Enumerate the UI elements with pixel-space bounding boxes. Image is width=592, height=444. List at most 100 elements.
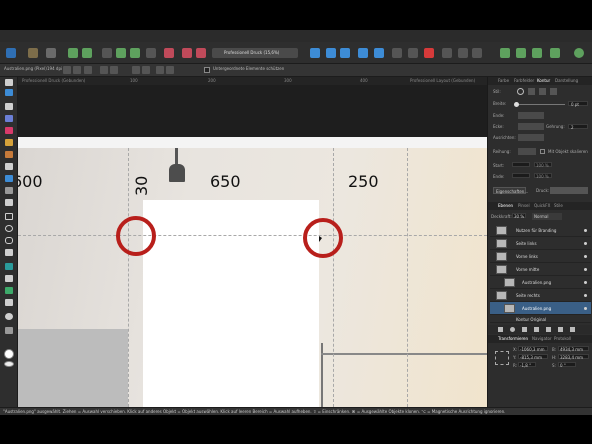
fx-icon[interactable] <box>534 327 539 332</box>
rounded-rect-tool-icon[interactable] <box>5 237 13 244</box>
transparency-tool-icon[interactable] <box>5 187 13 194</box>
fill-tool-icon[interactable] <box>5 127 13 134</box>
boolean-icon[interactable] <box>442 48 452 58</box>
stroke-color-swatch[interactable] <box>4 361 14 367</box>
tab-navigator[interactable]: Navigator <box>532 336 552 341</box>
node-tool-icon[interactable] <box>5 103 13 110</box>
clip-red-icon[interactable] <box>182 48 192 58</box>
align-left-icon[interactable] <box>310 48 320 58</box>
distribute-ctx-button[interactable] <box>110 66 118 74</box>
brush-tool-icon[interactable] <box>5 163 13 170</box>
tab-label[interactable]: Professionell Layout (Gebunden) <box>410 78 475 83</box>
width-slider-knob[interactable] <box>514 102 519 107</box>
gradient-tool-icon[interactable] <box>5 175 13 182</box>
share-icon[interactable] <box>516 48 526 58</box>
align-ctx-button[interactable] <box>100 66 108 74</box>
persona-layout-icon[interactable] <box>28 48 38 58</box>
picture-frame-tool-icon[interactable] <box>5 299 13 306</box>
rectangle-tool-icon[interactable] <box>5 213 13 220</box>
studio-icon[interactable] <box>532 48 542 58</box>
width-field[interactable]: 0 pt <box>568 101 588 107</box>
distribute-icon[interactable] <box>374 48 384 58</box>
document-canvas[interactable]: 600 650 250 30 <box>18 148 487 407</box>
frame-text-tool-icon[interactable] <box>5 263 13 270</box>
artistic-text-tool-icon[interactable] <box>5 275 13 282</box>
start-scale-field[interactable]: 100 % <box>534 162 552 168</box>
tab-swatches[interactable]: Farbfelder <box>514 78 534 83</box>
x-field[interactable]: -1060,3 mm <box>518 346 548 352</box>
w-field[interactable]: 4934,3 mm <box>558 346 589 352</box>
grid-icon[interactable] <box>102 48 112 58</box>
visibility-dot[interactable] <box>584 281 587 284</box>
layer-row[interactable]: Australien.png <box>490 276 591 289</box>
visibility-dot[interactable] <box>584 255 587 258</box>
pencil-tool-icon[interactable] <box>5 151 13 158</box>
rotate-right-button[interactable] <box>142 66 150 74</box>
tab-layers[interactable]: Ebenen <box>498 203 513 208</box>
mask-red-icon[interactable] <box>196 48 206 58</box>
place-tool-icon[interactable] <box>5 115 13 122</box>
app-logo-icon[interactable] <box>6 48 16 58</box>
style-none-button[interactable] <box>517 88 524 95</box>
tab-label[interactable]: Professionell Druck (Gebunden) <box>22 78 85 83</box>
transform-icon[interactable] <box>358 48 368 58</box>
width-slider[interactable] <box>515 104 565 105</box>
white-page-frame[interactable] <box>143 200 319 407</box>
add-mask-icon[interactable] <box>510 327 515 332</box>
tab-styles[interactable]: Stile <box>554 203 563 208</box>
persona-designer-icon[interactable] <box>46 48 56 58</box>
group-icon[interactable] <box>546 327 551 332</box>
tab-appearance[interactable]: Darstellung <box>555 78 578 83</box>
end-scale-field[interactable]: 100 % <box>534 173 552 179</box>
crop-button[interactable] <box>84 66 92 74</box>
snapping-icon[interactable] <box>82 48 92 58</box>
layer-row[interactable]: Nutzen für Branding <box>490 224 591 237</box>
miter-field[interactable]: 2 <box>568 124 588 130</box>
flip-h-button[interactable] <box>156 66 164 74</box>
anchor-grid-icon[interactable] <box>495 351 509 365</box>
layer-row-selected[interactable]: Australien.png <box>490 302 591 315</box>
align-center-icon[interactable] <box>326 48 336 58</box>
boolean3-icon[interactable] <box>472 48 482 58</box>
add-layer-icon[interactable] <box>558 327 563 332</box>
shear-field[interactable]: 0 ° <box>558 362 576 368</box>
zoom-dropdown[interactable]: Professionell Druck (15,6%) <box>212 48 298 58</box>
protect-children-checkbox[interactable] <box>204 67 210 73</box>
layer-row[interactable]: Vorne mitte <box>490 263 591 276</box>
visibility-dot[interactable] <box>584 229 587 232</box>
triangle-tool-icon[interactable] <box>5 249 13 256</box>
boolean2-icon[interactable] <box>458 48 468 58</box>
color-picker-icon[interactable] <box>424 48 434 58</box>
zoom-tool-icon[interactable] <box>5 313 13 320</box>
baseline-icon[interactable] <box>116 48 126 58</box>
settings-gear-icon[interactable] <box>68 48 78 58</box>
style-solid-button[interactable] <box>528 88 535 95</box>
style-brush-button[interactable] <box>550 88 557 95</box>
tab-color[interactable]: Farbe <box>498 78 509 83</box>
export-icon[interactable] <box>550 48 560 58</box>
align-buttons[interactable] <box>518 134 544 141</box>
visibility-dot[interactable] <box>584 268 587 271</box>
tab-stroke[interactable]: Kontur <box>537 78 550 83</box>
h-field[interactable]: 3283,4 mm <box>558 354 589 360</box>
layer-row[interactable]: Seite links <box>490 237 591 250</box>
end-arrow-field[interactable] <box>512 173 530 178</box>
crop-tool-icon[interactable] <box>5 199 13 206</box>
join-buttons[interactable] <box>518 123 544 130</box>
flip-icon[interactable] <box>408 48 418 58</box>
pressure-graph[interactable] <box>550 187 588 194</box>
y-field[interactable]: -815,3 mm <box>518 354 548 360</box>
flip-v-button[interactable] <box>166 66 174 74</box>
style-dash-button[interactable] <box>539 88 546 95</box>
rotation-field[interactable]: -1,8 ° <box>518 362 536 368</box>
margin-icon[interactable] <box>130 48 140 58</box>
tab-history[interactable]: Protokoll <box>554 336 571 341</box>
fill-color-swatch[interactable] <box>4 349 14 359</box>
visibility-dot[interactable] <box>584 307 587 310</box>
bleed-icon[interactable] <box>146 48 156 58</box>
scale-with-object-checkbox[interactable] <box>540 149 545 154</box>
artboard-tool-icon[interactable] <box>5 89 13 96</box>
move-tool-icon[interactable] <box>5 79 13 86</box>
adjustment-icon[interactable] <box>522 327 527 332</box>
layer-row[interactable]: Vorne links <box>490 250 591 263</box>
